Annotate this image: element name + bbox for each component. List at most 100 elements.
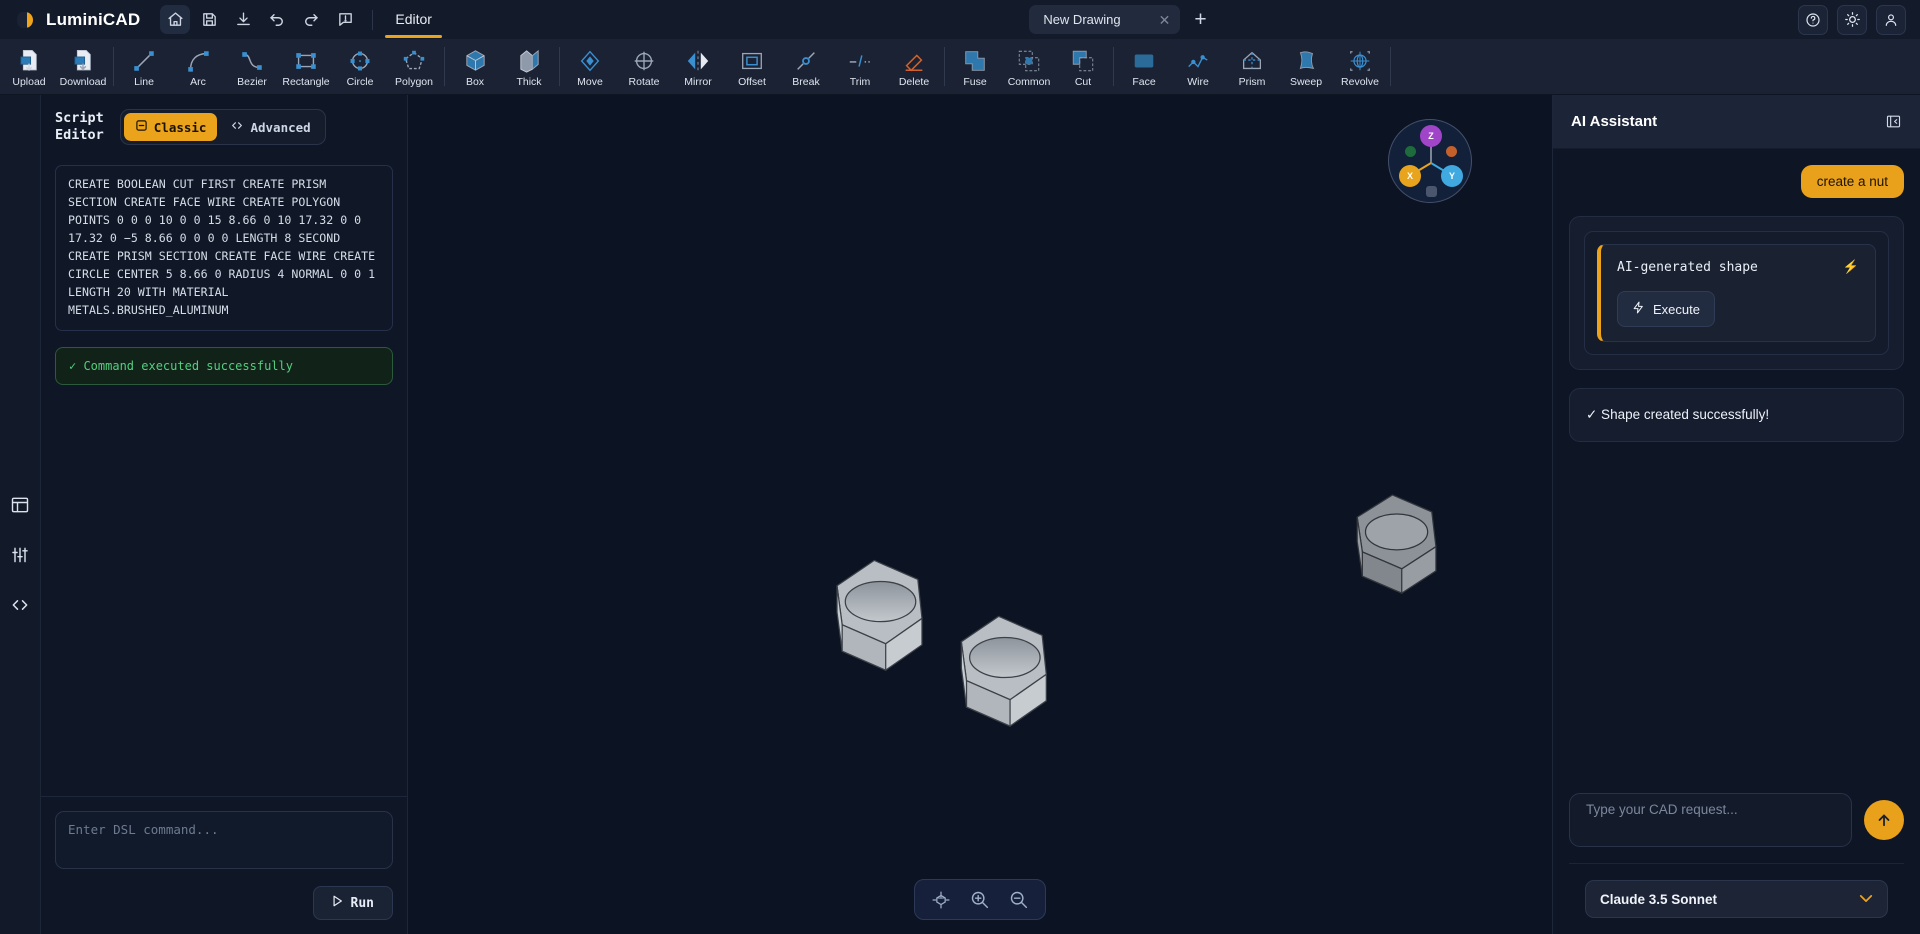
tool-circle[interactable]: Circle	[333, 39, 387, 94]
tool-label: Upload	[12, 76, 46, 88]
tool-prism[interactable]: Prism	[1225, 39, 1279, 94]
gizmo-axis-y[interactable]: Y	[1441, 165, 1463, 187]
dsl-command-input[interactable]	[55, 811, 393, 869]
account-icon[interactable]	[1876, 4, 1906, 35]
send-arrow-icon[interactable]	[1864, 800, 1904, 840]
cad-viewport[interactable]: Z Y X	[408, 95, 1552, 934]
tool-label: Revolve	[1341, 76, 1379, 88]
new-tab-button[interactable]: +	[1190, 9, 1210, 30]
tool-line[interactable]: Line	[117, 39, 171, 94]
tool-wire[interactable]: Wire	[1171, 39, 1225, 94]
gizmo-axis-z[interactable]: Z	[1420, 125, 1442, 147]
generated-shape-header: AI-generated shape ⚡	[1617, 259, 1859, 275]
tool-cut[interactable]: Cut	[1056, 39, 1110, 94]
tab-editor[interactable]: Editor	[385, 1, 442, 38]
mode-classic-button[interactable]: Classic	[123, 113, 218, 141]
brand-title: LuminiCAD	[46, 9, 141, 29]
rectangle-icon	[293, 47, 319, 74]
tool-delete[interactable]: Delete	[887, 39, 941, 94]
tool-arc[interactable]: Arc	[171, 39, 225, 94]
tool-download[interactable]: Download	[56, 39, 110, 94]
gizmo-axis-x-label: X	[1406, 171, 1413, 181]
fit-view-icon[interactable]	[931, 890, 951, 910]
tool-move[interactable]: Move	[563, 39, 617, 94]
sliders-icon[interactable]	[10, 545, 30, 565]
execute-label: Execute	[1653, 301, 1700, 317]
tool-upload[interactable]: Upload	[2, 39, 56, 94]
tool-fuse[interactable]: Fuse	[948, 39, 1002, 94]
gizmo-axis-y-label: Y	[1448, 171, 1455, 181]
layout-icon[interactable]	[10, 495, 30, 515]
ribbon-group-modify: Move Rotate Mirror Offset Break Trim Del…	[563, 39, 941, 94]
tool-mirror[interactable]: Mirror	[671, 39, 725, 94]
tool-thick[interactable]: Thick	[502, 39, 556, 94]
tool-label: Mirror	[684, 76, 712, 88]
gizmo-axis-negx[interactable]	[1426, 186, 1437, 197]
collapse-panel-icon[interactable]	[1885, 113, 1902, 130]
ribbon-group-surface: Face Wire Prism Sweep Revolve	[1117, 39, 1387, 94]
tool-common[interactable]: Common	[1002, 39, 1056, 94]
play-icon	[332, 895, 343, 911]
tool-label: Line	[134, 76, 154, 88]
tool-rotate[interactable]: Rotate	[617, 39, 671, 94]
mode-advanced-button[interactable]: Advanced	[219, 113, 321, 141]
download-icon[interactable]	[228, 5, 258, 34]
axis-gizmo[interactable]: Z Y X	[1388, 119, 1472, 203]
mirror-icon	[685, 47, 711, 74]
tool-rectangle[interactable]: Rectangle	[279, 39, 333, 94]
lightning-icon	[1632, 300, 1645, 318]
script-text-box[interactable]: CREATE BOOLEAN CUT FIRST CREATE PRISM SE…	[55, 165, 393, 331]
arc-icon	[185, 47, 211, 74]
model-selector[interactable]: Claude 3.5 Sonnet	[1585, 880, 1888, 918]
wire-icon	[1185, 47, 1211, 74]
cut-icon	[1070, 47, 1096, 74]
close-icon[interactable]: ✕	[1159, 13, 1171, 27]
gizmo-axis-negz[interactable]	[1405, 146, 1416, 157]
gizmo-axis-negy[interactable]	[1446, 146, 1457, 157]
fuse-icon	[962, 47, 988, 74]
app-root: LuminiCAD Editor New Drawing ✕ + Upload …	[0, 0, 1920, 934]
redo-icon[interactable]	[296, 5, 326, 34]
tool-label: Thick	[516, 76, 542, 88]
offset-icon	[739, 47, 765, 74]
tool-offset[interactable]: Offset	[725, 39, 779, 94]
theme-icon[interactable]	[1837, 4, 1867, 35]
divider	[372, 9, 374, 30]
document-tab-label: New Drawing	[1043, 12, 1121, 27]
tool-label: Move	[577, 76, 603, 88]
sweep-icon	[1293, 47, 1319, 74]
code-icon[interactable]	[10, 595, 30, 615]
run-label: Run	[350, 895, 374, 911]
tool-label: Polygon	[395, 76, 433, 88]
delete-icon	[901, 47, 927, 74]
tool-bezier[interactable]: Bezier	[225, 39, 279, 94]
tool-break[interactable]: Break	[779, 39, 833, 94]
ai-request-input[interactable]	[1569, 793, 1852, 847]
gizmo-axis-x[interactable]: X	[1399, 165, 1421, 187]
prism-icon	[1239, 47, 1265, 74]
script-status-message: ✓ Command executed successfully	[55, 346, 393, 385]
ribbon-group-file: Upload Download	[2, 39, 110, 94]
model-name: Claude 3.5 Sonnet	[1600, 891, 1718, 907]
undo-icon[interactable]	[262, 5, 292, 34]
zoom-out-icon[interactable]	[1008, 889, 1029, 910]
save-icon[interactable]	[194, 5, 224, 34]
tool-revolve[interactable]: Revolve	[1333, 39, 1387, 94]
tool-label: Sweep	[1289, 76, 1323, 88]
zoom-in-icon[interactable]	[969, 889, 990, 910]
tool-trim[interactable]: Trim	[833, 39, 887, 94]
polygon-icon	[401, 47, 427, 74]
tool-label: Circle	[346, 76, 374, 88]
home-icon[interactable]	[160, 5, 191, 34]
tool-face[interactable]: Face	[1117, 39, 1171, 94]
tool-polygon[interactable]: Polygon	[387, 39, 441, 94]
tool-sweep[interactable]: Sweep	[1279, 39, 1333, 94]
run-button[interactable]: Run	[312, 886, 393, 920]
execute-button[interactable]: Execute	[1617, 291, 1715, 327]
document-tab-new-drawing[interactable]: New Drawing ✕	[1029, 5, 1181, 34]
generated-shape-title: AI-generated shape	[1617, 259, 1758, 275]
tool-box[interactable]: Box	[448, 39, 502, 94]
help-icon[interactable]	[1798, 4, 1828, 35]
ai-panel-header: AI Assistant	[1553, 95, 1920, 149]
feedback-icon[interactable]	[330, 5, 360, 34]
